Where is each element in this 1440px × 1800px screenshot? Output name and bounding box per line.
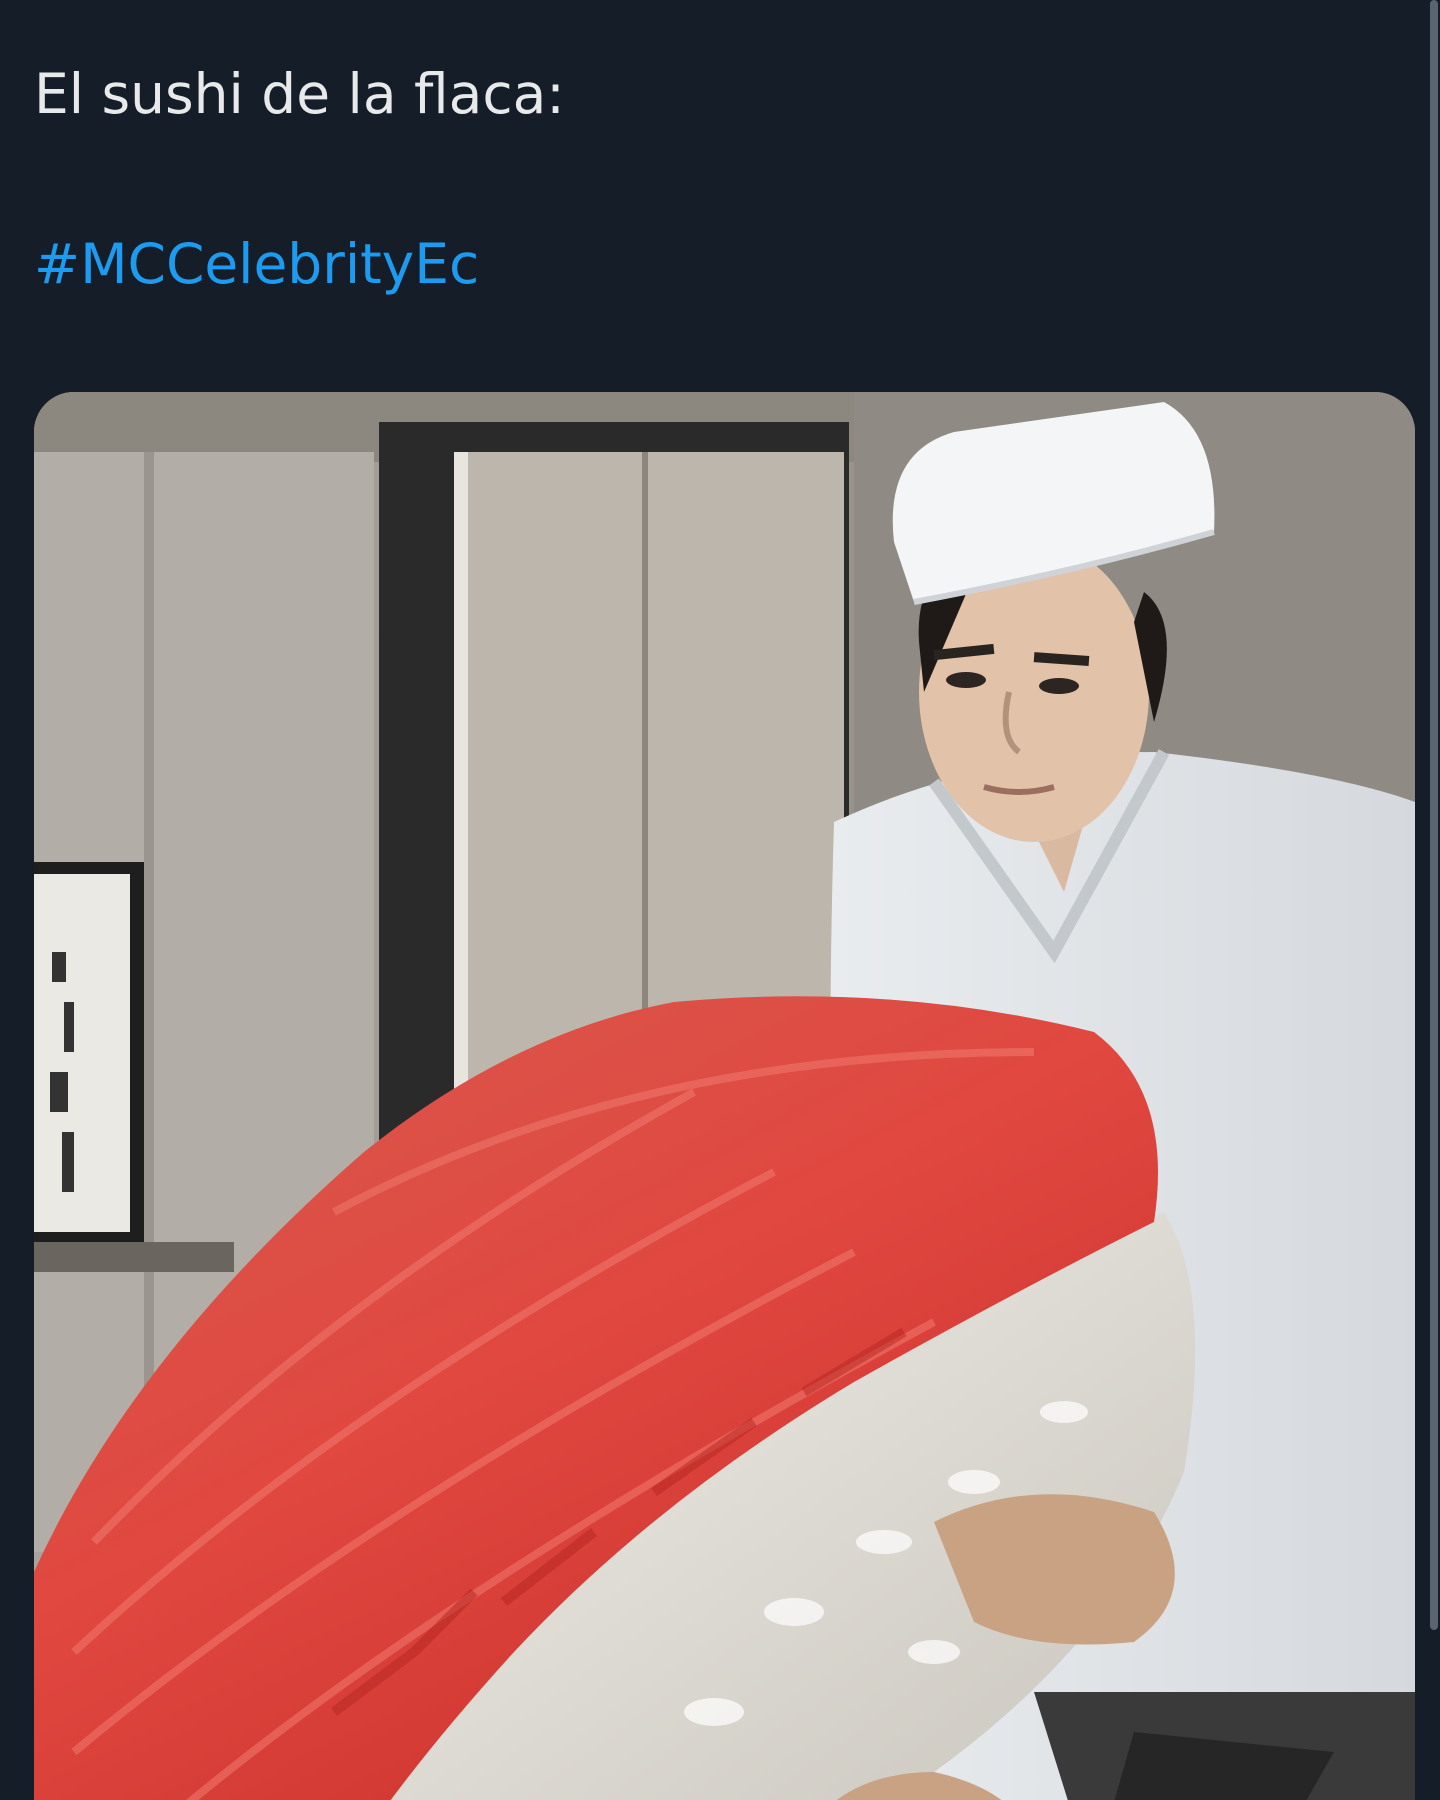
hashtag-link[interactable]: #MCCelebrityEc: [34, 228, 479, 300]
scrollbar-thumb[interactable]: [1430, 0, 1438, 1630]
tweet-view: El sushi de la flaca: #MCCelebrityEc: [0, 0, 1440, 1800]
tweet-text: El sushi de la flaca:: [34, 62, 565, 126]
sushi-chef-photo: [34, 392, 1415, 1800]
tweet-media-image[interactable]: [34, 392, 1415, 1800]
